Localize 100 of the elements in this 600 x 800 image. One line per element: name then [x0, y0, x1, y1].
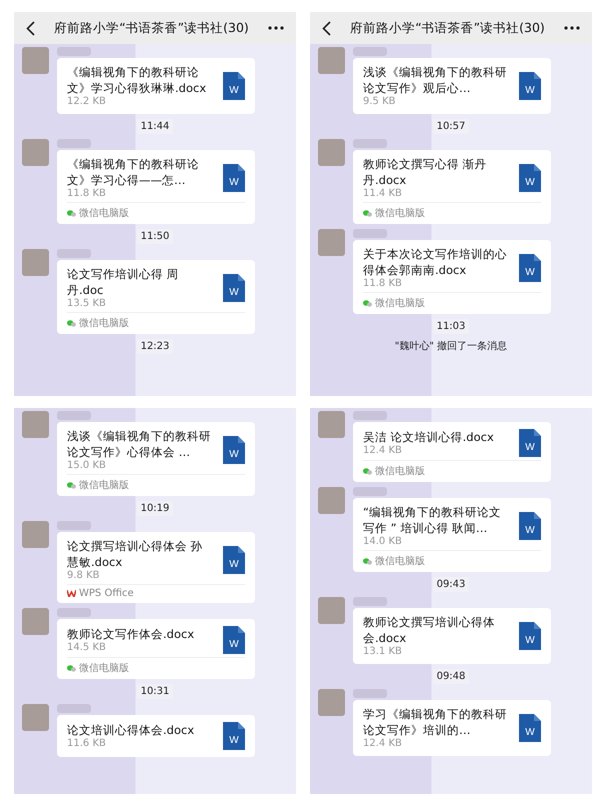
word-file-icon: W	[519, 622, 541, 650]
file-size: 12.4 KB	[363, 738, 403, 750]
word-file-icon: W	[223, 722, 245, 750]
wps-logo-icon	[67, 590, 76, 598]
file-message[interactable]: 教师论文写作体会.docx 14.5 KB W 微信电脑版	[57, 619, 255, 680]
word-file-icon: W	[519, 164, 541, 192]
file-size: 11.4 KB	[363, 188, 403, 200]
file-size: 9.8 KB	[67, 570, 100, 582]
recall-notice: "魏叶心" 撤回了一条消息	[394, 340, 508, 354]
timestamp: 11:50	[136, 229, 174, 244]
blurred-name	[57, 521, 91, 530]
file-name: 学习《编辑视角下的教科研论文写作》培训的…	[363, 707, 508, 738]
source-label: 微信电脑版	[79, 206, 129, 220]
chat-title: 府前路小学“书语茶香”读书社(30)	[349, 20, 546, 36]
file-size: 9.5 KB	[363, 96, 396, 108]
file-size: 14.5 KB	[67, 642, 107, 654]
file-size: 13.5 KB	[67, 298, 107, 310]
file-message[interactable]: 教师论文撰写心得 渐丹丹.docx 11.4 KB W 微信电脑版	[353, 150, 551, 224]
back-icon[interactable]	[26, 20, 35, 36]
blurred-name	[353, 229, 387, 238]
source-label: 微信电脑版	[79, 662, 129, 676]
file-size: 13.1 KB	[363, 646, 403, 658]
avatar-placeholder[interactable]	[318, 229, 345, 256]
chat-title: 府前路小学“书语茶香”读书社(30)	[53, 20, 250, 36]
avatar-placeholder[interactable]	[318, 411, 345, 438]
more-icon[interactable]	[268, 26, 284, 30]
file-message[interactable]: 论文写作培训心得 周丹.doc 13.5 KB W 微信电脑版	[57, 260, 255, 334]
file-name: 浅谈《编辑视角下的教科研论文写作》心得体会 …	[67, 429, 212, 460]
avatar-placeholder[interactable]	[22, 47, 49, 74]
blurred-name	[353, 689, 387, 698]
avatar-placeholder[interactable]	[22, 704, 49, 732]
file-message[interactable]: 论文撰写培训心得体会 孙慧敏.docx 9.8 KB W WPS Office	[57, 532, 255, 604]
avatar-placeholder[interactable]	[22, 249, 49, 276]
word-file-icon: W	[519, 429, 541, 457]
more-icon[interactable]	[564, 26, 580, 30]
chat-bubbles-icon	[67, 320, 76, 327]
file-name: 论文培训心得体会.docx	[67, 722, 196, 738]
word-file-icon: W	[223, 274, 245, 302]
avatar-placeholder[interactable]	[318, 47, 345, 74]
word-file-icon: W	[519, 254, 541, 282]
source-label: 微信电脑版	[375, 464, 425, 478]
file-name: 论文写作培训心得 周丹.doc	[67, 267, 180, 298]
blurred-name	[57, 139, 91, 148]
source-label: 微信电脑版	[375, 554, 425, 568]
chat-bubbles-icon	[363, 300, 372, 307]
blurred-name	[57, 704, 91, 714]
back-icon[interactable]	[322, 20, 331, 36]
avatar-placeholder[interactable]	[22, 411, 49, 438]
timestamp: 10:31	[136, 684, 174, 700]
source-label: 微信电脑版	[79, 478, 129, 492]
file-size: 14.0 KB	[363, 536, 403, 548]
chat-bubbles-icon	[363, 468, 372, 474]
word-file-icon: W	[223, 546, 245, 574]
timestamp: 10:19	[136, 501, 174, 516]
file-message[interactable]: 关于本次论文写作培训的心得体会郭南南.docx 11.8 KB W 微信电脑版	[353, 240, 551, 314]
file-message[interactable]: “编辑视角下的教科研论文写作 ” 培训心得 耿闻… 14.0 KB W 微信电脑版	[353, 498, 551, 572]
file-size: 11.8 KB	[67, 188, 107, 200]
timestamp: 09:43	[432, 577, 470, 592]
word-file-icon: W	[223, 626, 245, 654]
word-file-icon: W	[223, 436, 245, 464]
file-name: “编辑视角下的教科研论文写作 ” 培训心得 耿闻…	[363, 505, 502, 536]
timestamp: 11:44	[136, 119, 174, 134]
file-name: 教师论文撰写心得 渐丹丹.docx	[363, 157, 488, 188]
avatar-placeholder[interactable]	[22, 521, 49, 548]
file-message[interactable]: 浅谈《编辑视角下的教科研论文写作》观后心… 9.5 KB W	[353, 58, 551, 114]
file-message[interactable]: 浅谈《编辑视角下的教科研论文写作》心得体会 … 15.0 KB W 微信电脑版	[57, 422, 255, 496]
blurred-name	[353, 139, 387, 148]
file-size: 11.8 KB	[363, 278, 403, 290]
file-message[interactable]: 教师论文撰写培训心得体会.docx 13.1 KB W	[353, 608, 551, 664]
word-file-icon: W	[223, 164, 245, 192]
word-file-icon: W	[519, 72, 541, 100]
avatar-placeholder[interactable]	[318, 689, 345, 716]
word-file-icon: W	[519, 714, 541, 742]
blurred-name	[57, 249, 91, 258]
avatar-placeholder[interactable]	[318, 139, 345, 166]
avatar-placeholder[interactable]	[318, 487, 345, 514]
file-name: 教师论文撰写培训心得体会.docx	[363, 615, 496, 646]
source-label: 微信电脑版	[375, 206, 425, 220]
source-label: 微信电脑版	[79, 316, 129, 330]
file-message[interactable]: 吴洁 论文培训心得.docx 12.4 KB W 微信电脑版	[353, 422, 551, 482]
chat-bubbles-icon	[67, 482, 76, 489]
file-message[interactable]: 《编辑视角下的教科研论文》学习心得狄琳琳.docx 12.2 KB W	[57, 58, 255, 114]
avatar-placeholder[interactable]	[22, 139, 49, 166]
avatar-placeholder[interactable]	[22, 608, 49, 636]
file-message[interactable]: 《编辑视角下的教科研论文》学习心得——怎… 11.8 KB W 微信电脑版	[57, 150, 255, 224]
file-name: 关于本次论文写作培训的心得体会郭南南.docx	[363, 247, 508, 278]
avatar-placeholder[interactable]	[318, 597, 345, 624]
chat-bubbles-icon	[67, 210, 76, 217]
timestamp: 11:03	[432, 319, 470, 334]
file-size: 12.4 KB	[363, 445, 403, 456]
source-label: WPS Office	[79, 588, 134, 600]
file-size: 11.6 KB	[67, 738, 107, 750]
timestamp: 12:23	[136, 339, 174, 354]
file-message[interactable]: 学习《编辑视角下的教科研论文写作》培训的… 12.4 KB W	[353, 700, 551, 756]
timestamp: 10:57	[432, 119, 470, 134]
file-size: 12.2 KB	[67, 96, 107, 108]
file-name: 《编辑视角下的教科研论文》学习心得——怎…	[67, 157, 200, 188]
file-message[interactable]: 论文培训心得体会.docx 11.6 KB W	[57, 715, 255, 758]
chat-bubbles-icon	[363, 210, 372, 217]
word-file-icon: W	[519, 512, 541, 540]
